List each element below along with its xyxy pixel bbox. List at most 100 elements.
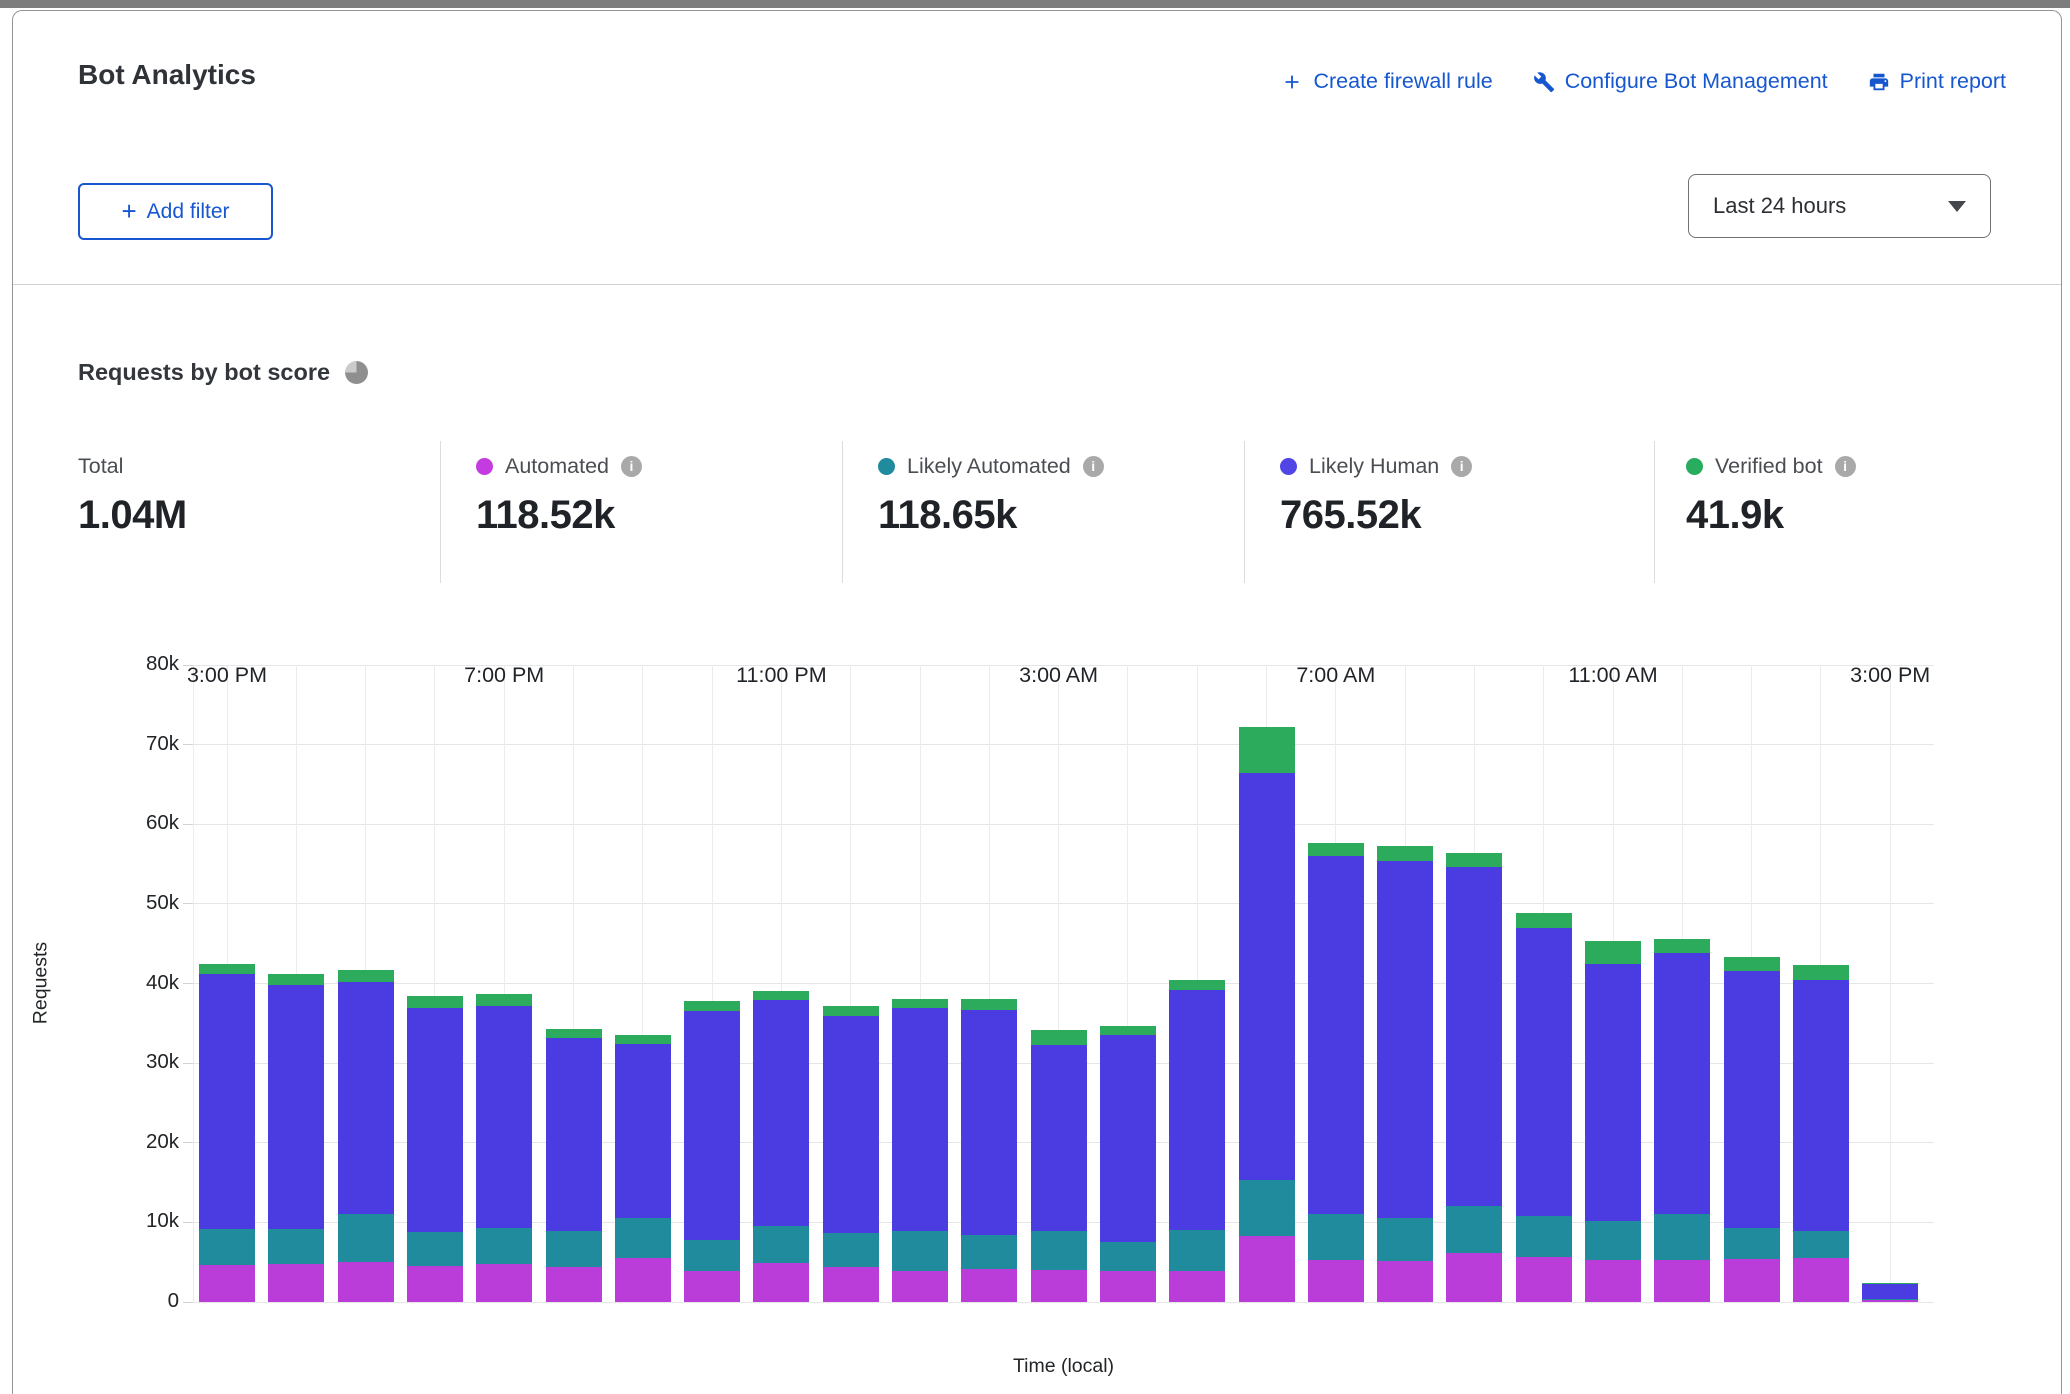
automated-segment[interactable]	[684, 1271, 740, 1302]
likely-human-segment[interactable]	[1654, 953, 1710, 1214]
bar-9:00 PM[interactable]	[615, 665, 671, 1302]
bar-7:00 AM[interactable]	[1308, 665, 1364, 1302]
bar-11:00 PM[interactable]	[753, 665, 809, 1302]
verified-bot-segment[interactable]	[476, 994, 532, 1006]
time-range-dropdown[interactable]: Last 24 hours	[1688, 174, 1991, 238]
automated-segment[interactable]	[1169, 1271, 1225, 1302]
automated-segment[interactable]	[476, 1264, 532, 1302]
verified-bot-segment[interactable]	[1308, 843, 1364, 857]
bar-7:00 PM[interactable]	[476, 665, 532, 1302]
likely-human-segment[interactable]	[961, 1010, 1017, 1235]
automated-segment[interactable]	[546, 1267, 602, 1302]
likely-automated-segment[interactable]	[615, 1218, 671, 1259]
automated-segment[interactable]	[892, 1271, 948, 1302]
add-filter-button[interactable]: + Add filter	[78, 183, 273, 240]
likely-human-segment[interactable]	[1585, 964, 1641, 1221]
verified-bot-segment[interactable]	[1239, 727, 1295, 772]
verified-bot-segment[interactable]	[1724, 957, 1780, 971]
likely-automated-segment[interactable]	[1585, 1221, 1641, 1260]
automated-segment[interactable]	[1654, 1260, 1710, 1302]
likely-human-segment[interactable]	[1793, 980, 1849, 1232]
verified-bot-segment[interactable]	[1516, 913, 1572, 927]
bar-10:00 AM[interactable]	[1516, 665, 1572, 1302]
automated-segment[interactable]	[1516, 1257, 1572, 1302]
automated-segment[interactable]	[1100, 1271, 1156, 1302]
verified-bot-segment[interactable]	[1031, 1030, 1087, 1044]
bar-10:00 PM[interactable]	[684, 665, 740, 1302]
likely-human-segment[interactable]	[546, 1038, 602, 1231]
bar-2:00 PM[interactable]	[1793, 665, 1849, 1302]
likely-human-segment[interactable]	[1031, 1045, 1087, 1231]
likely-human-segment[interactable]	[1100, 1035, 1156, 1241]
verified-bot-segment[interactable]	[1446, 853, 1502, 867]
bar-6:00 PM[interactable]	[407, 665, 463, 1302]
bar-4:00 PM[interactable]	[268, 665, 324, 1302]
verified-bot-segment[interactable]	[823, 1006, 879, 1016]
likely-automated-segment[interactable]	[1793, 1231, 1849, 1258]
automated-segment[interactable]	[1031, 1270, 1087, 1302]
verified-bot-segment[interactable]	[1377, 846, 1433, 861]
likely-automated-segment[interactable]	[892, 1231, 948, 1271]
likely-human-segment[interactable]	[1377, 861, 1433, 1219]
likely-human-segment[interactable]	[684, 1011, 740, 1240]
likely-human-segment[interactable]	[1862, 1284, 1918, 1299]
automated-segment[interactable]	[615, 1258, 671, 1302]
likely-automated-segment[interactable]	[1724, 1228, 1780, 1259]
bar-6:00 AM[interactable]	[1239, 665, 1295, 1302]
likely-automated-segment[interactable]	[1654, 1214, 1710, 1259]
automated-segment[interactable]	[338, 1262, 394, 1302]
bar-11:00 AM[interactable]	[1585, 665, 1641, 1302]
info-icon[interactable]: i	[1451, 456, 1472, 477]
likely-automated-segment[interactable]	[1862, 1299, 1918, 1301]
likely-human-segment[interactable]	[199, 974, 255, 1229]
verified-bot-segment[interactable]	[1169, 980, 1225, 990]
likely-human-segment[interactable]	[1239, 773, 1295, 1181]
bar-12:00 PM[interactable]	[1654, 665, 1710, 1302]
automated-segment[interactable]	[961, 1269, 1017, 1302]
likely-automated-segment[interactable]	[1377, 1218, 1433, 1260]
configure-bot-management-link[interactable]: Configure Bot Management	[1533, 69, 1828, 94]
likely-human-segment[interactable]	[1516, 928, 1572, 1216]
automated-segment[interactable]	[753, 1263, 809, 1302]
likely-automated-segment[interactable]	[1308, 1214, 1364, 1259]
likely-human-segment[interactable]	[823, 1016, 879, 1233]
likely-human-segment[interactable]	[892, 1008, 948, 1231]
verified-bot-segment[interactable]	[1654, 939, 1710, 953]
automated-segment[interactable]	[823, 1267, 879, 1302]
bar-1:00 AM[interactable]	[892, 665, 948, 1302]
automated-segment[interactable]	[1793, 1258, 1849, 1302]
automated-segment[interactable]	[1308, 1260, 1364, 1302]
bar-3:00 AM[interactable]	[1031, 665, 1087, 1302]
likely-automated-segment[interactable]	[684, 1240, 740, 1271]
bar-9:00 AM[interactable]	[1446, 665, 1502, 1302]
likely-human-segment[interactable]	[407, 1008, 463, 1232]
bar-3:00 PM[interactable]	[1862, 665, 1918, 1302]
bar-5:00 AM[interactable]	[1169, 665, 1225, 1302]
bar-8:00 PM[interactable]	[546, 665, 602, 1302]
likely-human-segment[interactable]	[338, 982, 394, 1215]
automated-segment[interactable]	[199, 1265, 255, 1302]
automated-segment[interactable]	[1377, 1261, 1433, 1302]
verified-bot-segment[interactable]	[684, 1001, 740, 1011]
automated-segment[interactable]	[1585, 1260, 1641, 1302]
verified-bot-segment[interactable]	[199, 964, 255, 974]
likely-automated-segment[interactable]	[407, 1232, 463, 1266]
verified-bot-segment[interactable]	[1585, 941, 1641, 964]
likely-human-segment[interactable]	[753, 1000, 809, 1226]
verified-bot-segment[interactable]	[1793, 965, 1849, 979]
likely-automated-segment[interactable]	[753, 1226, 809, 1263]
likely-automated-segment[interactable]	[1516, 1216, 1572, 1257]
bar-2:00 AM[interactable]	[961, 665, 1017, 1302]
create-firewall-rule-link[interactable]: Create firewall rule	[1281, 69, 1492, 94]
automated-segment[interactable]	[1862, 1300, 1918, 1302]
verified-bot-segment[interactable]	[1862, 1283, 1918, 1284]
likely-automated-segment[interactable]	[1100, 1242, 1156, 1271]
verified-bot-segment[interactable]	[546, 1029, 602, 1038]
likely-human-segment[interactable]	[268, 985, 324, 1229]
likely-automated-segment[interactable]	[199, 1229, 255, 1265]
likely-automated-segment[interactable]	[961, 1235, 1017, 1269]
bar-8:00 AM[interactable]	[1377, 665, 1433, 1302]
verified-bot-segment[interactable]	[892, 999, 948, 1008]
info-icon[interactable]: i	[1083, 456, 1104, 477]
likely-automated-segment[interactable]	[1446, 1206, 1502, 1253]
